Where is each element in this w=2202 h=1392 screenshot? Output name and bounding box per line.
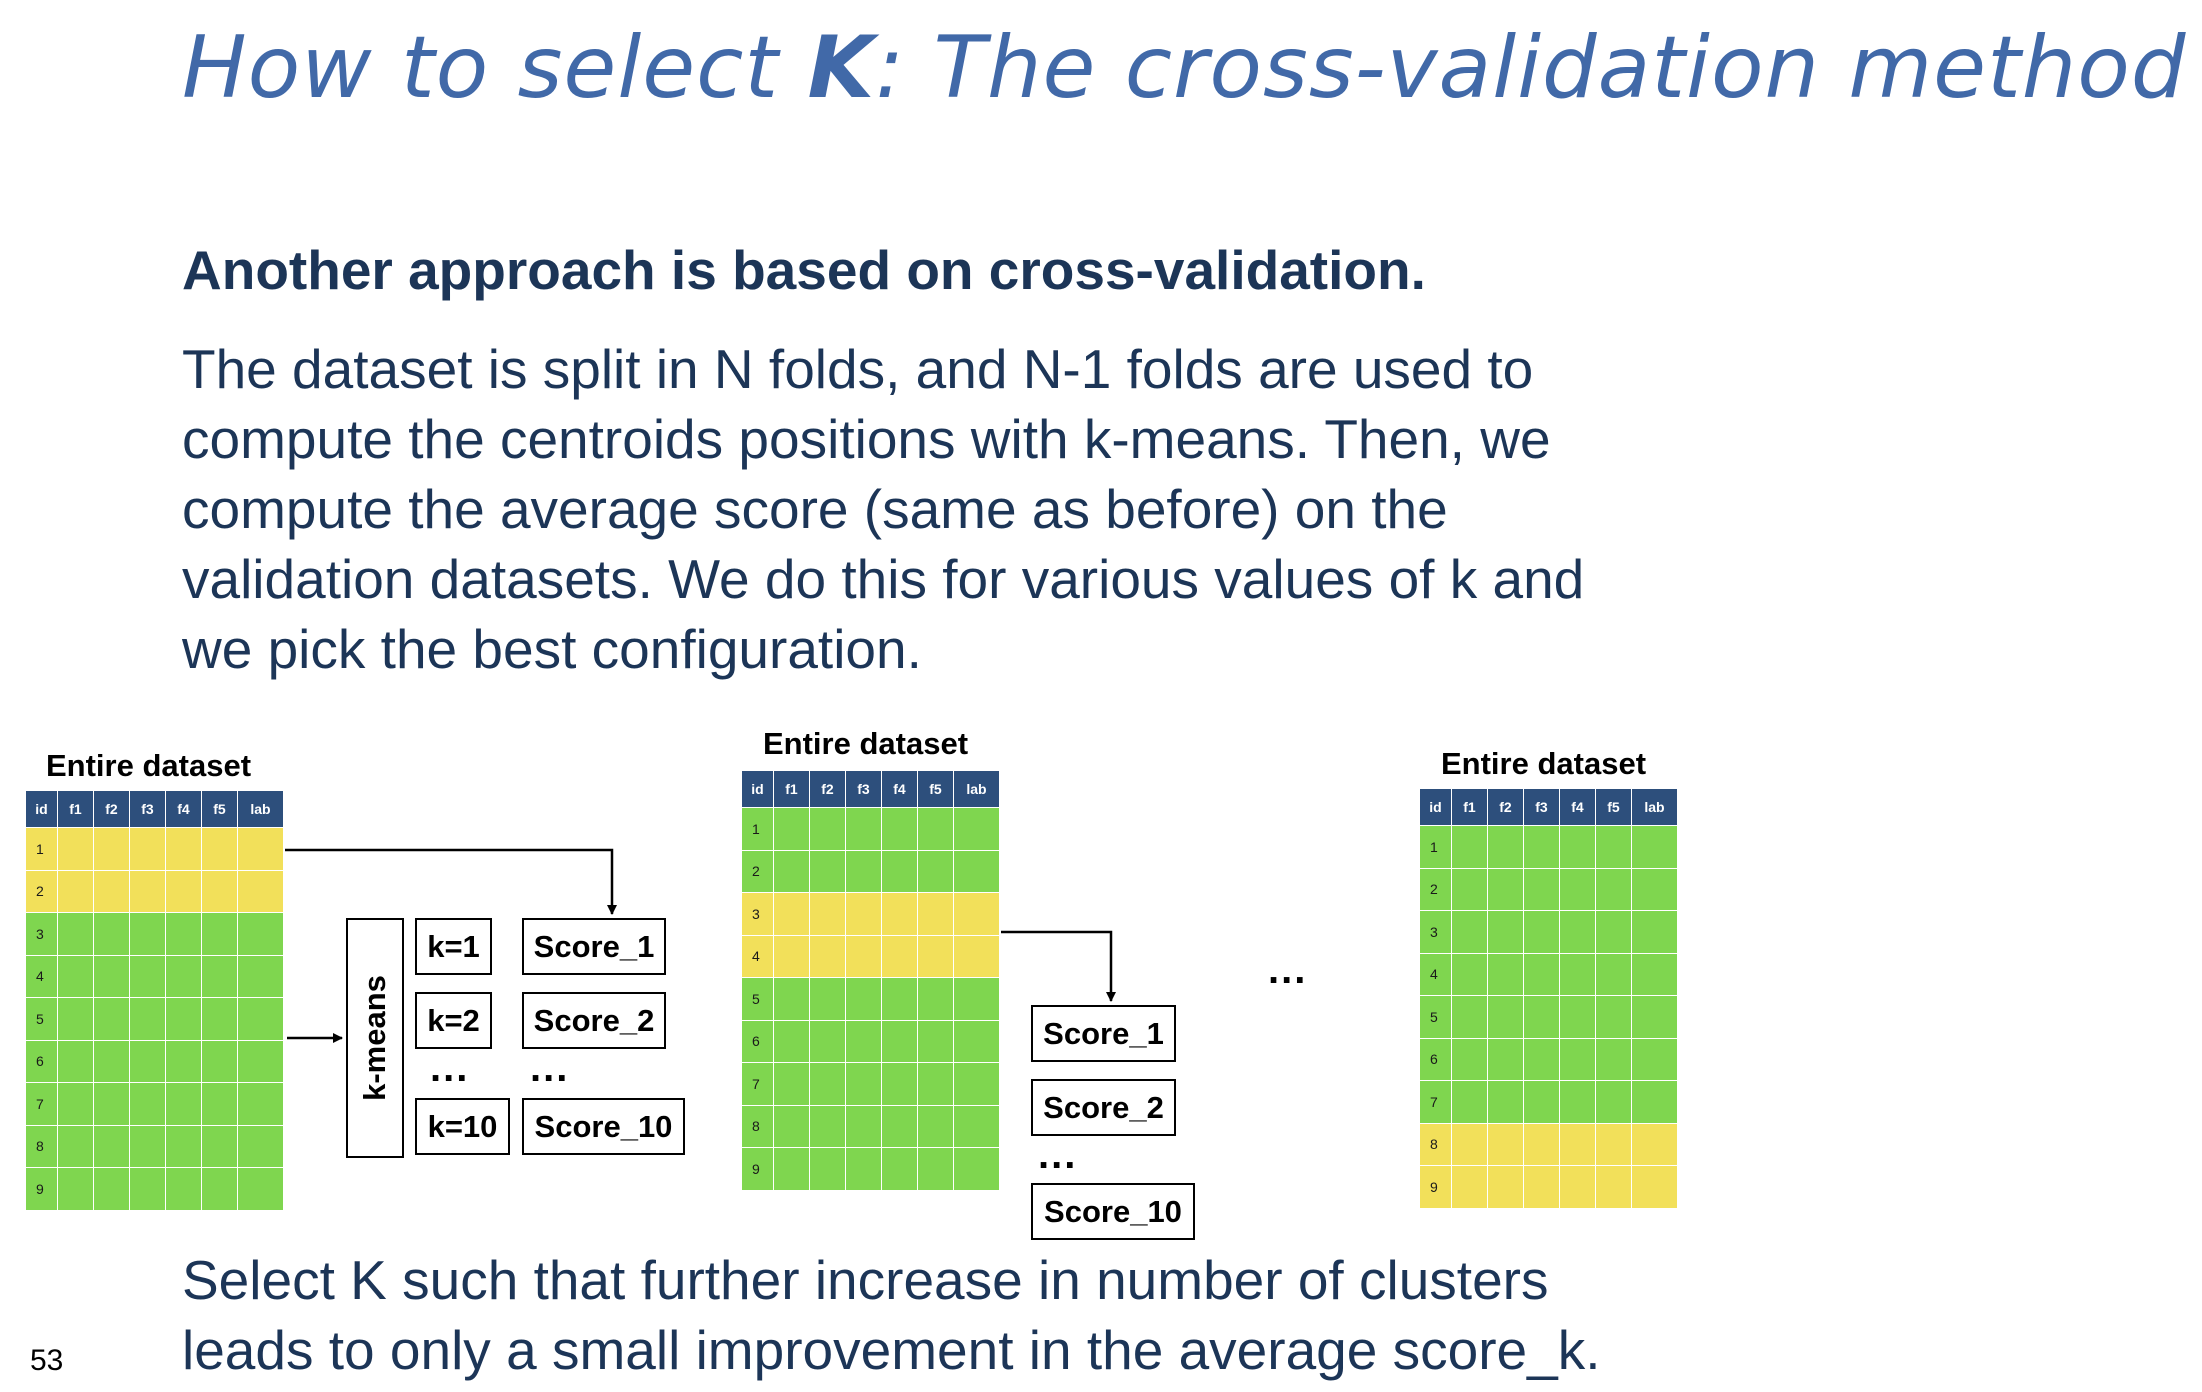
conclusion-line: leads to only a small improvement in the… (182, 1319, 1601, 1381)
page-number: 53 (30, 1344, 64, 1377)
arrow-to-score (1001, 930, 1116, 1002)
conclusion-line: Select K such that further increase in n… (182, 1249, 1549, 1311)
arrow-to-score (285, 848, 617, 915)
arrows (285, 848, 1116, 1043)
conclusion: Select K such that further increase in n… (182, 1245, 1600, 1385)
